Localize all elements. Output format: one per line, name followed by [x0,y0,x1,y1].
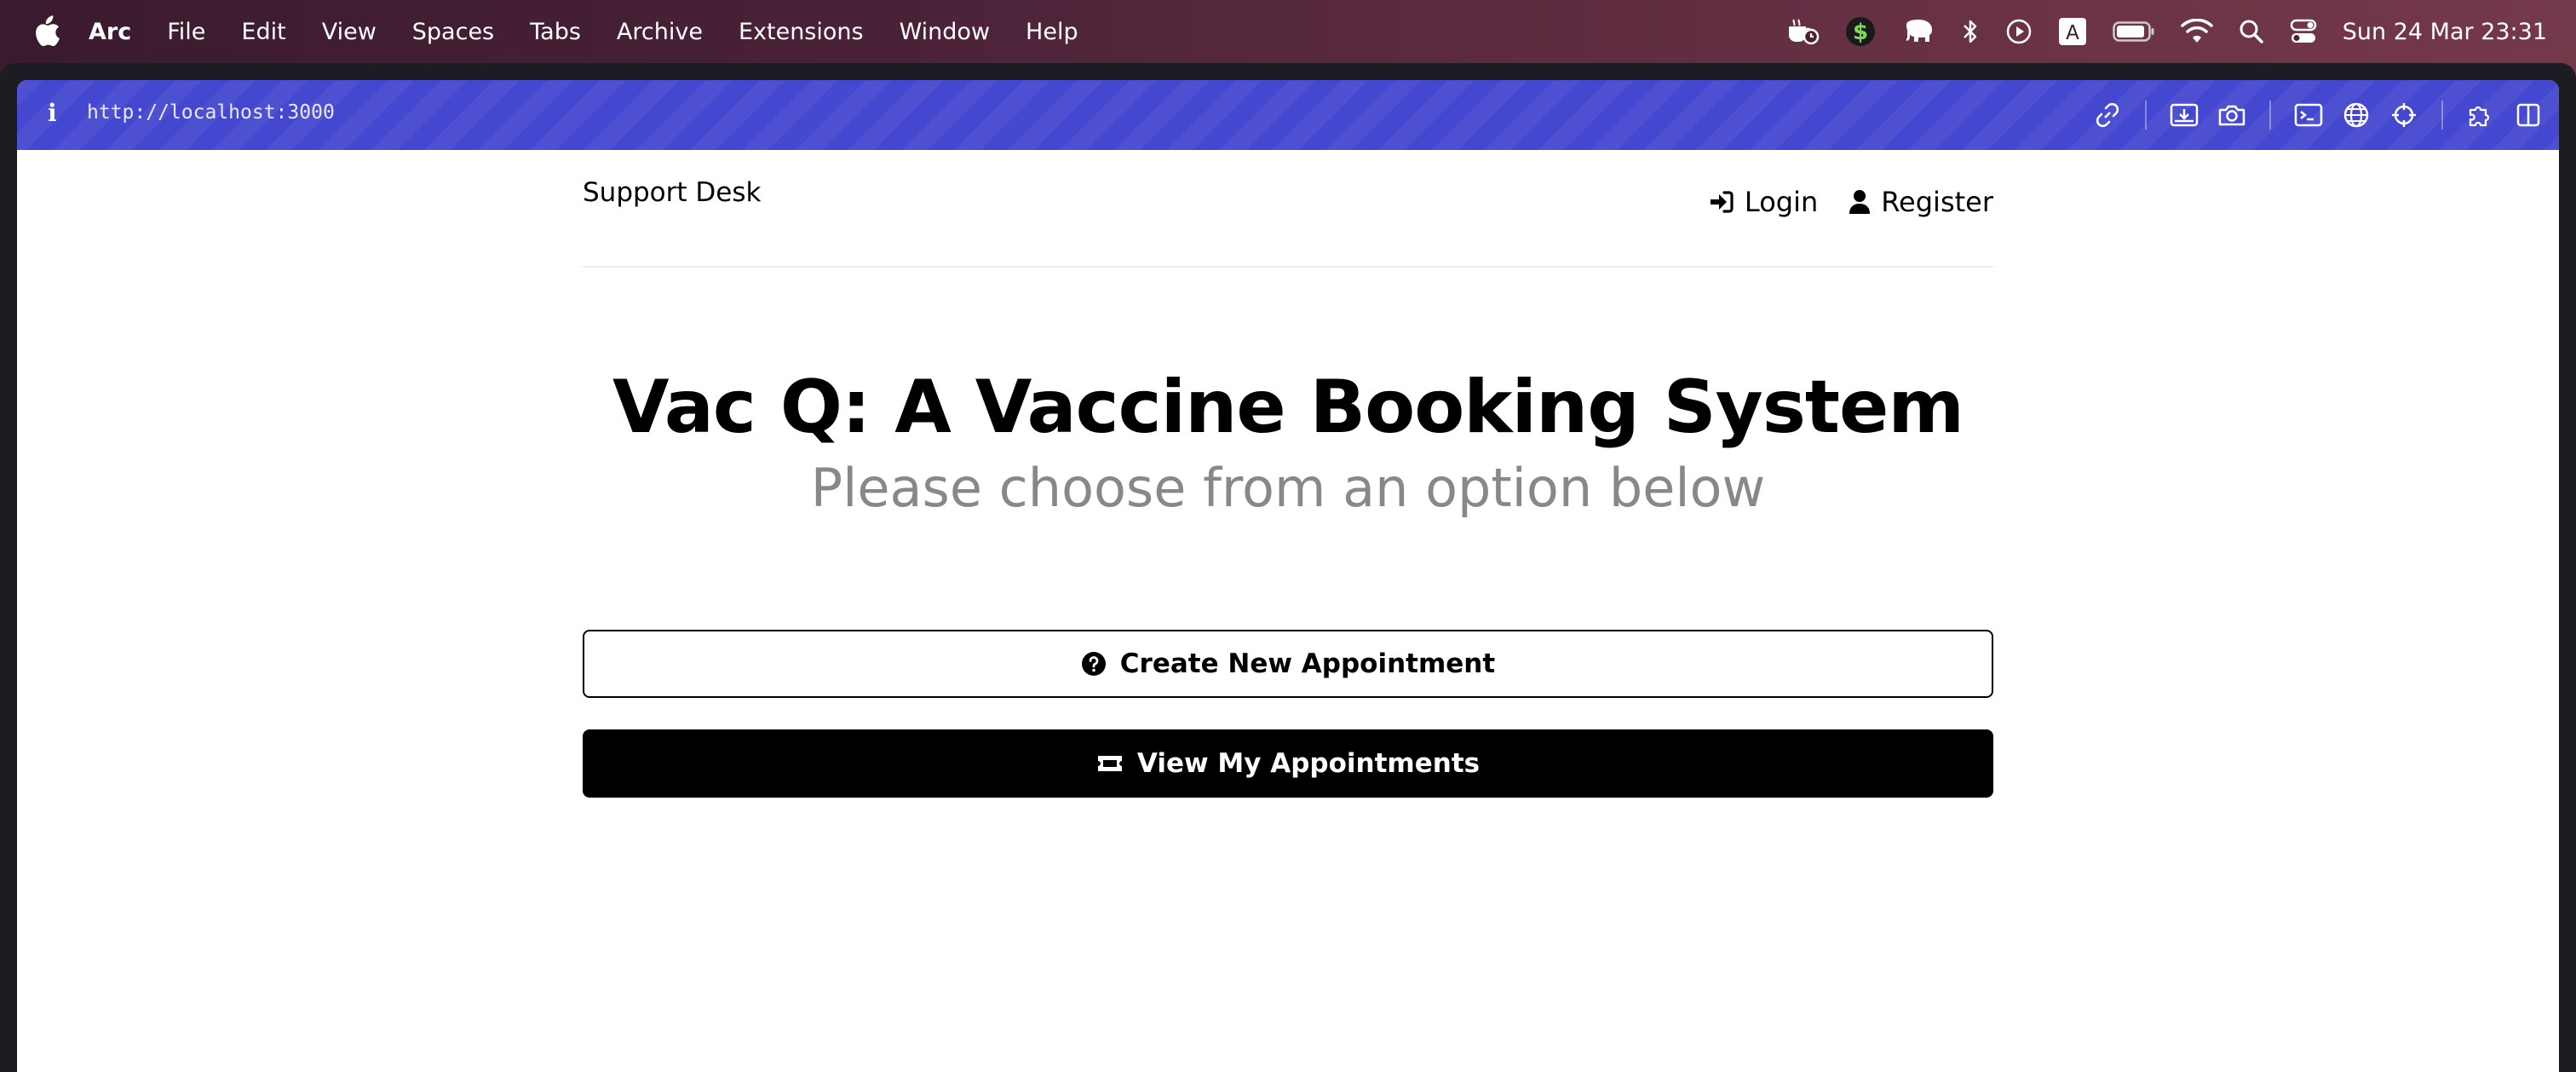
apple-menu-icon[interactable] [31,15,61,48]
toolbar-divider [2145,101,2147,130]
elephant-icon[interactable] [1901,18,1935,45]
toolbar-divider [2269,101,2271,130]
menu-archive[interactable]: Archive [617,19,703,45]
menu-file[interactable]: File [167,19,205,45]
target-crosshair-icon[interactable] [2389,100,2419,130]
copy-link-icon[interactable] [2092,100,2123,130]
capture-page-icon[interactable] [2169,100,2199,130]
page-title: Vac Q: A Vaccine Booking System [612,365,1964,450]
site-logo-link[interactable]: Support Desk [583,177,761,208]
menu-bar: Arc File Edit View Spaces Tabs Archive E… [0,0,2576,63]
menu-edit[interactable]: Edit [241,19,285,45]
spotlight-search-icon[interactable] [2239,19,2264,44]
toolbar-divider [2441,101,2443,130]
bluetooth-icon[interactable] [1961,18,1980,45]
register-label: Register [1881,186,1993,218]
question-circle-icon [1081,652,1106,676]
login-label: Login [1744,186,1819,218]
ticket-icon [1097,756,1122,771]
menu-spaces[interactable]: Spaces [412,19,494,45]
web-page: Support Desk Login Register Vac Q: A Vac… [17,150,2559,1072]
user-icon [1849,190,1871,214]
svg-text:$: $ [1853,20,1868,45]
svg-text:A: A [2066,22,2079,44]
login-link[interactable]: Login [1709,186,1818,218]
control-center-icon[interactable] [2290,19,2317,44]
site-info-icon[interactable]: i [48,99,57,127]
sidebar-toggle-icon[interactable] [2513,100,2544,130]
page-subtitle: Please choose from an option below [810,457,1766,519]
menu-help[interactable]: Help [1026,19,1078,45]
menu-app-arc[interactable]: Arc [89,19,131,45]
wifi-icon[interactable] [2181,19,2213,44]
site-header: Support Desk Login Register [583,150,1993,268]
url-text[interactable]: http://localhost:3000 [87,101,335,124]
create-appointment-button[interactable]: Create New Appointment [583,630,1993,698]
dollar-app-icon[interactable]: $ [1845,16,1876,47]
menu-extensions[interactable]: Extensions [739,19,864,45]
browser-content-frame: i http://localhost:3000 Support Desk Log… [17,80,2559,1072]
register-link[interactable]: Register [1849,186,1993,218]
input-source-icon[interactable]: A [2058,17,2087,46]
url-bar: i http://localhost:3000 [17,80,2559,150]
url-bar-tools [2075,80,2544,150]
developer-console-icon[interactable] [2293,100,2324,130]
view-appointments-label: View My Appointments [1136,748,1481,779]
coffee-timer-icon[interactable] [1785,18,1820,45]
sign-in-icon [1710,191,1734,213]
menu-bar-clock[interactable]: Sun 24 Mar 23:31 [2343,19,2547,45]
battery-icon[interactable] [2113,20,2155,43]
browser-window: i http://localhost:3000 Support Desk Log… [0,63,2576,1072]
menu-view[interactable]: View [322,19,377,45]
screenshot-camera-icon[interactable] [2217,100,2247,130]
extensions-puzzle-icon[interactable] [2465,100,2496,130]
header-nav: Login Register [1678,186,1993,218]
view-appointments-button[interactable]: View My Appointments [583,729,1993,798]
globe-icon[interactable] [2341,100,2372,130]
hero-section: Vac Q: A Vaccine Booking System Please c… [583,361,1993,523]
menu-tabs[interactable]: Tabs [530,19,581,45]
menu-window[interactable]: Window [900,19,990,45]
play-circle-icon[interactable] [2005,18,2033,45]
create-appointment-label: Create New Appointment [1119,648,1496,679]
